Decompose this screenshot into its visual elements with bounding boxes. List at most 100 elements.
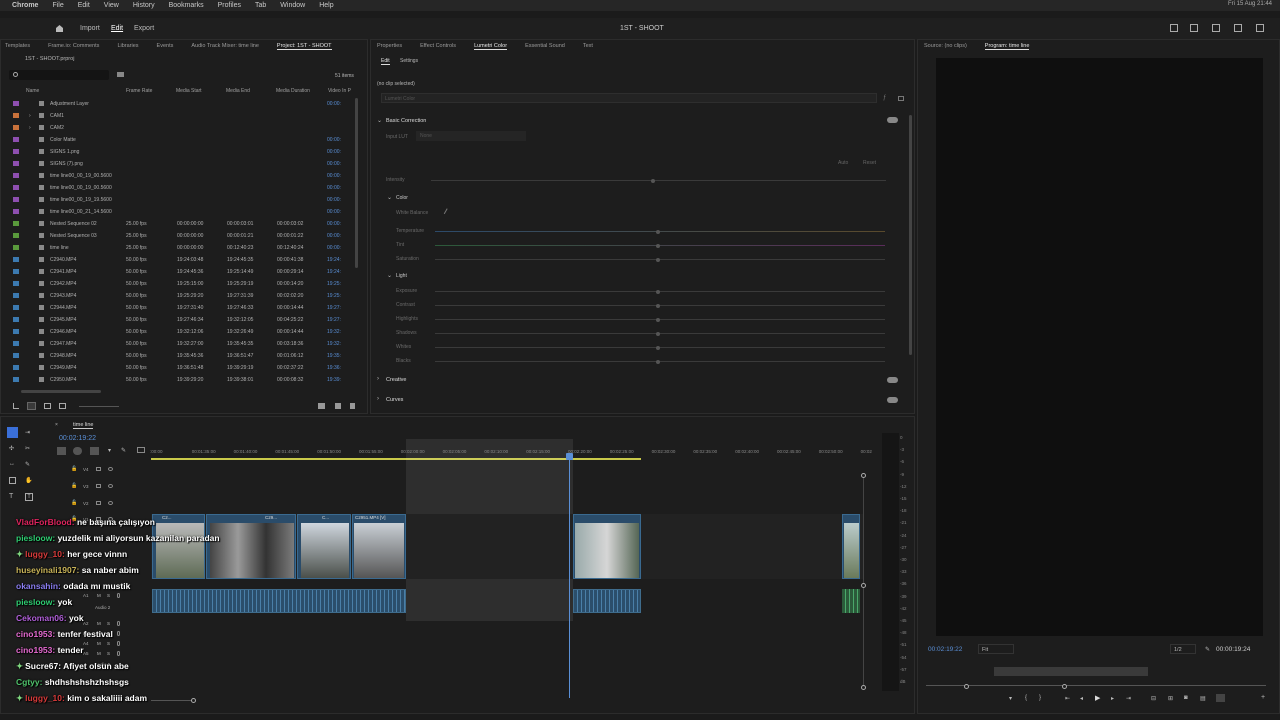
panel-menu-icon[interactable]: [898, 96, 904, 101]
program-zoom-bar[interactable]: [994, 667, 1148, 676]
tab-templates[interactable]: Templates: [5, 43, 30, 49]
quality-dropdown[interactable]: 1/2: [1170, 644, 1196, 654]
tab-import[interactable]: Import: [80, 25, 100, 32]
project-row[interactable]: time line 25.00 fps 00:00:00:00 00:12:40:23…: [1, 242, 346, 254]
label-color-swatch[interactable]: [13, 101, 19, 106]
add-button-icon[interactable]: +: [1261, 694, 1265, 701]
solo-button[interactable]: S: [107, 621, 110, 626]
caption-tool-icon[interactable]: T: [25, 493, 33, 501]
col-frame-rate[interactable]: Frame Rate: [126, 88, 152, 94]
section-light[interactable]: Light: [396, 273, 407, 279]
project-row[interactable]: C2943.MP4 50.00 fps 19:25:29:20 19:27:31:39…: [1, 290, 346, 302]
step-back-icon[interactable]: ◂: [1080, 695, 1083, 702]
section-color[interactable]: Color: [396, 195, 408, 201]
label-color-swatch[interactable]: [13, 293, 19, 298]
sync-lock-icon[interactable]: [96, 467, 101, 471]
tab-program[interactable]: Program: time line: [984, 43, 1030, 50]
label-color-swatch[interactable]: [13, 125, 19, 130]
add-marker-icon[interactable]: ▾: [108, 447, 111, 454]
tab-essential-sound[interactable]: Essential Sound: [525, 43, 565, 49]
eye-icon[interactable]: [108, 467, 113, 471]
project-row[interactable]: time line00_00_19_19.5600 00:00:: [1, 194, 346, 206]
label-color-swatch[interactable]: [13, 341, 19, 346]
project-row[interactable]: C2949.MP4 50.00 fps 19:36:51:48 19:39:29:19…: [1, 362, 346, 374]
rectangle-tool-icon[interactable]: [9, 477, 16, 484]
audio-clip[interactable]: [152, 589, 406, 613]
label-color-swatch[interactable]: [13, 377, 19, 382]
tab-libraries[interactable]: Libraries: [117, 43, 138, 49]
timeline-hscroll[interactable]: [151, 700, 195, 701]
home-icon[interactable]: [55, 24, 64, 32]
mute-button[interactable]: M: [97, 593, 101, 598]
new-item-icon[interactable]: [335, 403, 341, 409]
whites-slider[interactable]: [435, 345, 885, 350]
video-clip[interactable]: [842, 514, 860, 579]
captions-icon[interactable]: [137, 447, 145, 453]
track-select-icon[interactable]: ⇥: [25, 429, 30, 436]
shadows-slider[interactable]: [435, 331, 885, 336]
solo-button[interactable]: S: [107, 593, 110, 598]
preset-dropdown[interactable]: Lumetri Color: [381, 93, 877, 103]
eyedropper-icon[interactable]: [443, 208, 451, 216]
chevron-down-icon[interactable]: ⌄: [377, 117, 382, 124]
pen-tool-icon[interactable]: ✎: [25, 461, 30, 468]
menu-bookmarks[interactable]: Bookmarks: [169, 2, 204, 9]
vscroll-knob[interactable]: [861, 583, 866, 588]
label-color-swatch[interactable]: [13, 317, 19, 322]
audio-clip[interactable]: [573, 589, 641, 613]
menu-window[interactable]: Window: [280, 2, 305, 9]
col-media-duration[interactable]: Media Duration: [276, 88, 310, 94]
mic-icon[interactable]: [117, 593, 120, 598]
timeline-vscroll[interactable]: [863, 473, 864, 687]
project-row[interactable]: time line00_00_19_00.5600 00:00:: [1, 182, 346, 194]
close-icon[interactable]: ×: [55, 422, 58, 428]
label-color-swatch[interactable]: [13, 173, 19, 178]
track-label[interactable]: V3: [83, 484, 89, 489]
selection-tool-icon[interactable]: [7, 427, 18, 438]
new-bin-icon[interactable]: [117, 72, 124, 77]
insert-icon[interactable]: ⊟: [1151, 695, 1156, 702]
export-icon[interactable]: [1190, 24, 1198, 32]
vr-icon[interactable]: [1216, 694, 1225, 702]
icon-view-icon[interactable]: [44, 403, 51, 409]
menu-history[interactable]: History: [133, 2, 155, 9]
tab-events[interactable]: Events: [157, 43, 174, 49]
project-row[interactable]: C2950.MP4 50.00 fps 19:39:29:20 19:39:38:01…: [1, 374, 346, 386]
eye-icon[interactable]: [108, 501, 113, 505]
program-video-frame[interactable]: [936, 58, 1263, 636]
camera-icon[interactable]: ◙: [1184, 695, 1188, 701]
label-color-swatch[interactable]: [13, 161, 19, 166]
auto-button[interactable]: Auto: [838, 160, 848, 166]
chevron-right-icon[interactable]: ›: [377, 396, 379, 402]
menu-chrome[interactable]: Chrome: [12, 2, 38, 9]
curves-toggle[interactable]: [887, 397, 898, 403]
label-color-swatch[interactable]: [13, 137, 19, 142]
zoom-slider[interactable]: [79, 406, 119, 407]
project-row[interactable]: time line00_00_21_14.5600 00:00:: [1, 206, 346, 218]
type-tool-icon[interactable]: T: [9, 493, 13, 500]
freeform-view-icon[interactable]: [59, 403, 66, 409]
subtab-edit[interactable]: Edit: [381, 58, 390, 65]
video-clip[interactable]: C2951.MP4 [V]: [352, 514, 406, 579]
mark-in-icon[interactable]: {: [1025, 695, 1027, 701]
wrench-icon[interactable]: ✎: [121, 447, 126, 454]
compare-icon[interactable]: ▤: [1200, 695, 1206, 702]
col-media-end[interactable]: Media End: [226, 88, 250, 94]
col-name[interactable]: Name: [26, 88, 39, 94]
timeline-tab[interactable]: time line: [73, 422, 94, 429]
blacks-slider[interactable]: [435, 359, 885, 364]
label-color-swatch[interactable]: [13, 281, 19, 286]
new-bin-bottom-icon[interactable]: [318, 403, 325, 409]
mic-icon[interactable]: [117, 621, 120, 626]
pencil-icon[interactable]: [13, 403, 19, 409]
label-color-swatch[interactable]: [13, 353, 19, 358]
label-color-swatch[interactable]: [13, 113, 19, 118]
project-row[interactable]: time line00_00_19_00.5600 00:00:: [1, 170, 346, 182]
tab-effect-controls[interactable]: Effect Controls: [420, 43, 456, 49]
section-basic-correction[interactable]: Basic Correction: [386, 118, 426, 124]
project-row[interactable]: C2941.MP4 50.00 fps 19:24:45:36 19:25:14:49…: [1, 266, 346, 278]
mic-icon[interactable]: [117, 631, 120, 636]
video-clip[interactable]: C29...: [206, 514, 296, 579]
menu-file[interactable]: File: [52, 2, 63, 9]
project-row[interactable]: SIGNS (7).png 00:00:: [1, 158, 346, 170]
